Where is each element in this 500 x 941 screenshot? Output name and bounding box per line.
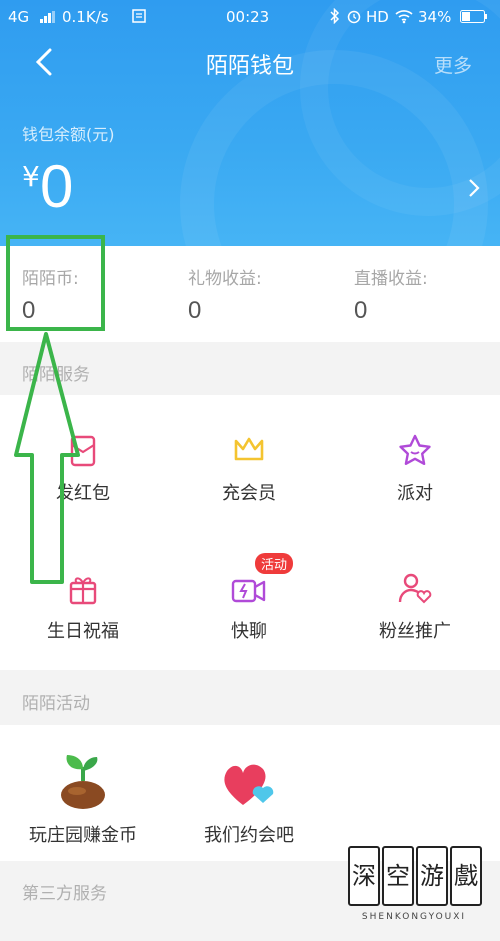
battery-percent: 34%: [418, 8, 452, 26]
section-title-third-party: 第三方服务: [22, 884, 107, 904]
activity-badge: 活动: [255, 553, 294, 574]
stat-live-income[interactable]: 直播收益: 0: [354, 264, 428, 325]
activity-label: 玩庄园赚金币: [29, 825, 137, 846]
service-label: 粉丝推广: [379, 621, 451, 642]
section-title-services: 陌陌服务: [22, 365, 90, 385]
page-title: 陌陌钱包: [205, 54, 294, 79]
service-fans-promotion[interactable]: 粉丝推广: [332, 569, 498, 643]
wallet-header: 4G 0.1K/s 00:23 HD 34% 陌陌钱包 更多 钱包余额(元) ¥: [0, 0, 500, 246]
service-label: 发红包: [56, 483, 110, 504]
stat-momo-coin[interactable]: 陌陌币: 0: [22, 264, 79, 325]
service-label: 派对: [397, 483, 433, 504]
stat-value: 0: [354, 297, 368, 324]
service-red-envelope[interactable]: 发红包: [0, 431, 166, 505]
balance-value[interactable]: 0: [40, 152, 73, 221]
video-call-icon: 活动: [229, 553, 294, 609]
battery-icon: [460, 10, 488, 28]
service-label: 生日祝福: [47, 621, 119, 642]
service-birthday[interactable]: 生日祝福: [0, 569, 166, 643]
section-title-activities: 陌陌活动: [22, 694, 90, 714]
service-party[interactable]: 派对: [332, 431, 498, 505]
watermark-char: 深: [348, 846, 380, 906]
sim-icon: [132, 9, 146, 27]
fans-icon: [395, 569, 435, 609]
watermark-char: 游: [416, 846, 448, 906]
activity-farm[interactable]: 玩庄园赚金币: [0, 751, 166, 847]
bluetooth-icon: [330, 7, 340, 28]
network-type: 4G: [8, 8, 30, 26]
hearts-icon: [219, 751, 279, 813]
activities-grid: 玩庄园赚金币 我们约会吧: [0, 725, 500, 861]
star-icon: [395, 431, 435, 471]
service-label: 充会员: [222, 483, 276, 504]
watermark-logo: 深 空 游 戲 SHENKONGYOUXI: [344, 846, 484, 926]
alarm-icon: [346, 8, 362, 28]
clock: 00:23: [226, 8, 270, 26]
signal-icon: [40, 9, 56, 27]
stat-label: 礼物收益:: [188, 269, 262, 289]
watermark-text: SHENKONGYOUXI: [361, 912, 467, 922]
activity-dating[interactable]: 我们约会吧: [166, 751, 332, 847]
chevron-right-icon[interactable]: [468, 178, 480, 198]
crown-icon: [229, 431, 269, 471]
gift-icon: [63, 569, 103, 609]
sprout-icon: [55, 751, 111, 813]
services-grid: 发红包 充会员 派对 生日祝福 活动 快聊 粉丝推广: [0, 395, 500, 670]
stat-value: 0: [22, 297, 36, 324]
service-vip[interactable]: 充会员: [166, 431, 332, 505]
income-stats: 陌陌币: 0 礼物收益: 0 直播收益: 0: [0, 246, 500, 342]
red-envelope-icon: [63, 431, 103, 471]
watermark-char: 空: [382, 846, 414, 906]
service-label: 快聊: [231, 621, 267, 642]
status-bar: 4G 0.1K/s 00:23 HD 34%: [0, 0, 500, 34]
stat-value: 0: [188, 297, 202, 324]
stat-label: 直播收益:: [354, 269, 428, 289]
currency-symbol: ¥: [22, 160, 40, 193]
stat-label: 陌陌币:: [22, 269, 79, 289]
watermark-char: 戲: [450, 846, 482, 906]
stat-gift-income[interactable]: 礼物收益: 0: [188, 264, 262, 325]
wifi-icon: [394, 8, 414, 28]
service-quick-chat[interactable]: 活动 快聊: [166, 553, 332, 643]
hd-indicator: HD: [366, 8, 389, 26]
activity-label: 我们约会吧: [204, 825, 294, 846]
nav-bar: 陌陌钱包 更多: [0, 34, 500, 94]
balance-label: 钱包余额(元): [22, 125, 115, 144]
more-button[interactable]: 更多: [434, 51, 472, 78]
network-speed: 0.1K/s: [62, 8, 109, 26]
